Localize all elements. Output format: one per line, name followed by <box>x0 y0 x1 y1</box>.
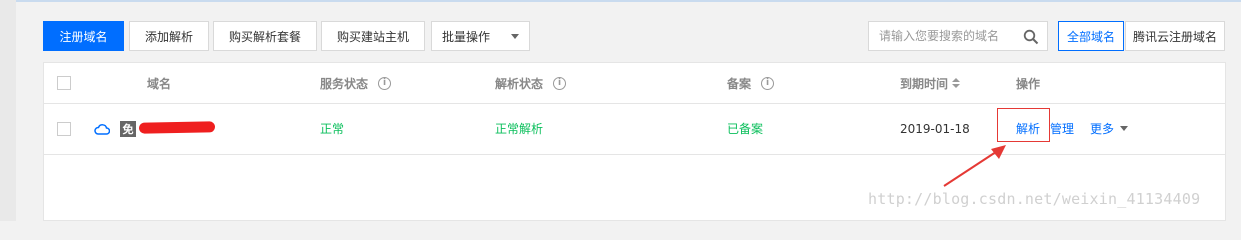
search-icon[interactable] <box>1023 29 1039 45</box>
watermark-text: http://blog.csdn.net/weixin_41134409 <box>868 190 1201 208</box>
header-actions: 操作 <box>1016 63 1040 103</box>
header-domain-label: 域名 <box>147 76 172 91</box>
header-resolution-status: 解析状态 i <box>495 63 567 103</box>
more-actions-label: 更多 <box>1090 122 1115 136</box>
batch-operation-label: 批量操作 <box>442 29 491 44</box>
info-icon[interactable]: i <box>553 76 567 90</box>
header-domain: 域名 <box>147 63 171 103</box>
batch-operation-select[interactable]: 批量操作 <box>431 21 530 51</box>
free-badge: 免 <box>120 120 136 137</box>
left-rail <box>0 0 16 221</box>
info-icon[interactable]: i <box>761 76 775 90</box>
add-resolution-button[interactable]: 添加解析 <box>129 21 209 51</box>
annotation-highlight-box <box>997 108 1050 142</box>
row-checkbox[interactable] <box>57 121 71 136</box>
register-domain-button[interactable]: 注册域名 <box>43 21 124 51</box>
header-service-status-label: 服务状态 <box>320 76 369 91</box>
domain-search-box[interactable] <box>868 21 1048 51</box>
sort-icon[interactable] <box>952 78 961 88</box>
manage-link[interactable]: 管理 <box>1050 103 1074 154</box>
select-all-checkbox[interactable] <box>57 76 71 90</box>
chevron-down-icon <box>511 34 519 39</box>
service-status-cell: 正常 <box>320 122 345 136</box>
domain-cell: 免 <box>94 103 136 154</box>
info-icon[interactable]: i <box>378 76 392 90</box>
redacted-domain-name <box>138 121 216 134</box>
top-divider <box>0 0 1241 2</box>
header-filing: 备案 i <box>727 63 775 103</box>
cloud-icon <box>94 123 110 135</box>
header-actions-label: 操作 <box>1016 76 1041 91</box>
resolution-status-cell: 正常解析 <box>495 122 544 136</box>
row-select-cell <box>57 103 71 154</box>
buy-resolution-package-button[interactable]: 购买解析套餐 <box>213 21 317 51</box>
buy-site-host-button[interactable]: 购买建站主机 <box>321 21 425 51</box>
header-service-status: 服务状态 i <box>320 63 392 103</box>
select-all-cell <box>57 63 71 103</box>
header-expiry-label: 到期时间 <box>900 76 949 91</box>
filing-status-cell: 已备案 <box>727 122 764 136</box>
chevron-down-icon <box>1120 126 1129 131</box>
more-actions-dropdown[interactable]: 更多 <box>1090 103 1129 154</box>
header-expiry[interactable]: 到期时间 <box>900 63 961 103</box>
table-header: 域名 服务状态 i 解析状态 i 备案 i 到期时间 操作 <box>44 63 1225 104</box>
header-filing-label: 备案 <box>727 76 752 91</box>
header-resolution-status-label: 解析状态 <box>495 76 544 91</box>
tab-tencent-registered-domains[interactable]: 腾讯云注册域名 <box>1125 21 1225 51</box>
domain-search-input[interactable] <box>869 22 1027 50</box>
tab-all-domains[interactable]: 全部域名 <box>1058 21 1124 51</box>
